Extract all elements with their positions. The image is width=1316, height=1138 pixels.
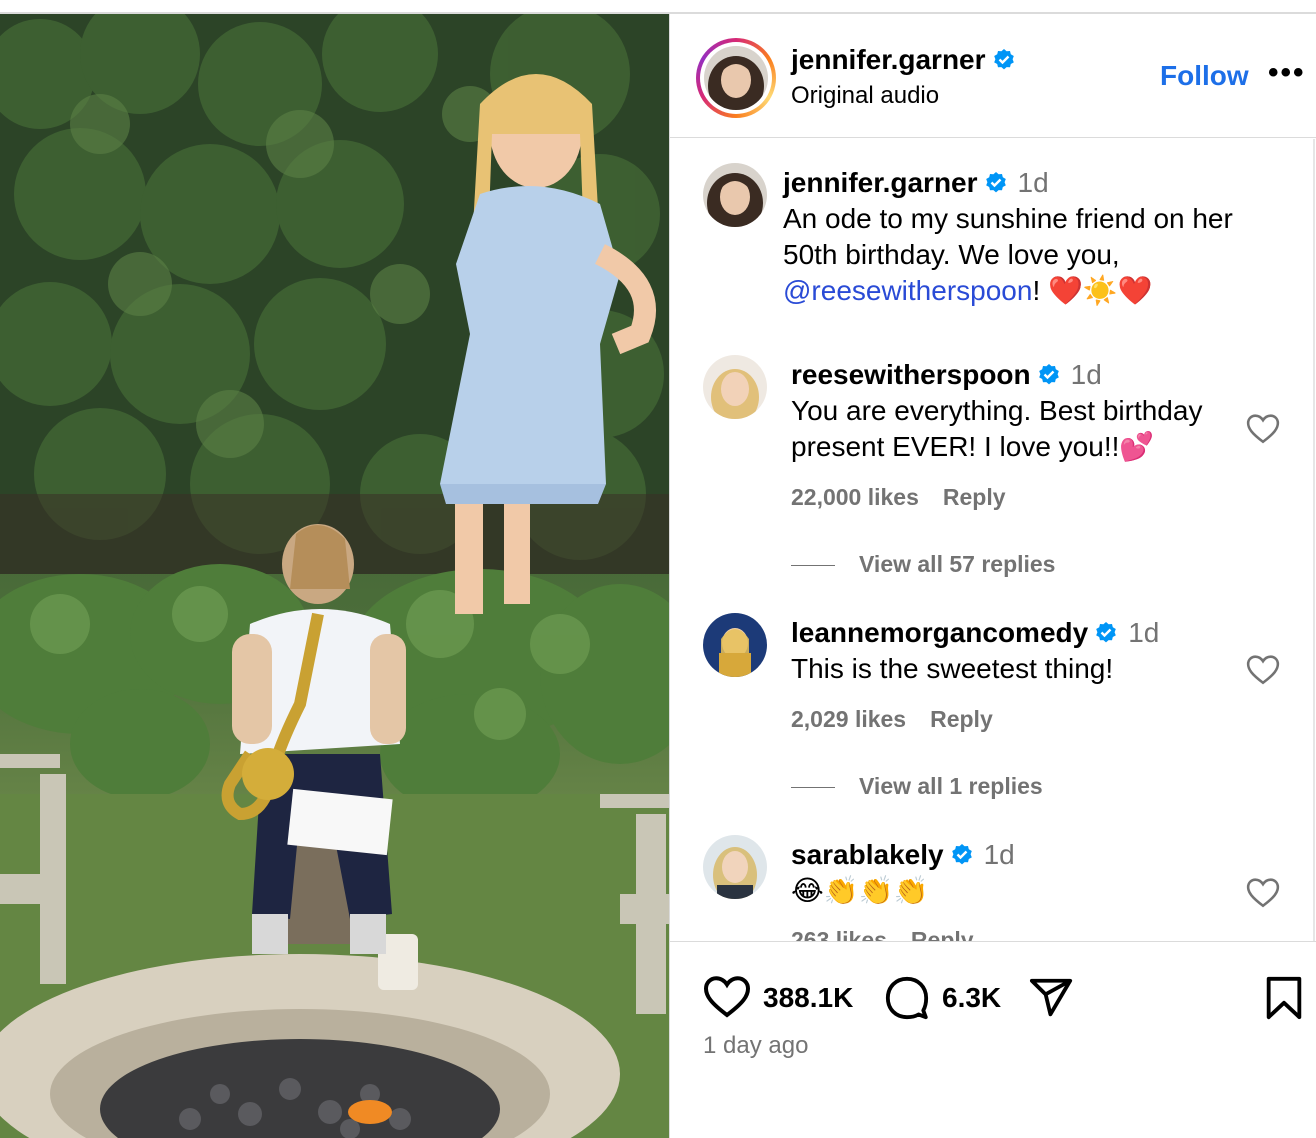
post-panel: jennifer.garner Original audio Follow ••… <box>670 14 1316 1138</box>
caption-body: An ode to my sunshine friend on her 50th… <box>783 203 1233 270</box>
comment-likes-count[interactable]: 22,000 likes <box>791 484 919 510</box>
author-avatar-ring[interactable] <box>696 38 776 118</box>
caption-author-avatar[interactable] <box>703 163 767 227</box>
like-heart-icon[interactable] <box>703 975 751 1019</box>
view-replies-label[interactable]: View all 1 replies <box>859 773 1043 799</box>
view-replies-button[interactable]: View all 57 replies <box>791 551 1055 578</box>
comment-reply-button[interactable]: Reply <box>930 706 993 732</box>
verified-badge-icon <box>993 49 1014 70</box>
view-replies-label[interactable]: View all 57 replies <box>859 551 1055 577</box>
comment-text: You are everything. Best birthday presen… <box>791 395 1203 462</box>
comment-timestamp[interactable]: 1d <box>1071 359 1102 390</box>
comment-likes-count[interactable]: 263 likes <box>791 927 887 942</box>
comment-avatar[interactable] <box>703 613 767 677</box>
follow-button[interactable]: Follow <box>1160 60 1249 92</box>
caption-timestamp[interactable]: 1d <box>1018 167 1049 198</box>
comment-text: This is the sweetest thing! <box>791 653 1114 684</box>
comment-author-username[interactable]: reesewitherspoon <box>791 359 1031 390</box>
verified-badge-icon <box>1096 622 1117 643</box>
more-options-icon[interactable]: ••• <box>1268 56 1306 90</box>
verified-badge-icon <box>985 172 1006 193</box>
comment-text: 😂👏👏👏 <box>791 875 929 906</box>
comment-meta: 22,000 likes Reply <box>791 484 1006 511</box>
post-header: jennifer.garner Original audio Follow ••… <box>670 14 1316 138</box>
verified-badge-icon <box>1038 364 1059 385</box>
comment-author-row: sarablakely 1d <box>791 839 1015 871</box>
comment-timestamp[interactable]: 1d <box>1128 617 1159 648</box>
replies-divider <box>791 787 835 789</box>
caption-author-username[interactable]: jennifer.garner <box>783 167 978 198</box>
original-audio-link[interactable]: Original audio <box>791 82 939 110</box>
caption-text: An ode to my sunshine friend on her 50th… <box>783 201 1273 309</box>
comment-like-heart-icon[interactable] <box>1246 877 1280 909</box>
caption-suffix: ! ❤️☀️❤️ <box>1032 275 1153 306</box>
comments-list[interactable]: jennifer.garner 1d An ode to my sunshine … <box>670 139 1316 942</box>
view-replies-button[interactable]: View all 1 replies <box>791 773 1043 800</box>
comment-likes-count[interactable]: 2,029 likes <box>791 706 906 732</box>
comments-count[interactable]: 6.3K <box>942 982 1001 1014</box>
comment-reply-button[interactable]: Reply <box>911 927 974 942</box>
mention-link[interactable]: @reesewitherspoon <box>783 275 1032 306</box>
author-username-row[interactable]: jennifer.garner <box>791 44 1016 76</box>
share-send-icon[interactable] <box>1028 975 1074 1021</box>
reel-video[interactable] <box>0 14 669 1138</box>
comment-meta: 2,029 likes Reply <box>791 706 993 733</box>
likes-count[interactable]: 388.1K <box>763 982 853 1014</box>
comment-author-row: leannemorgancomedy 1d <box>791 617 1159 649</box>
replies-divider <box>791 565 835 567</box>
post-timestamp[interactable]: 1 day ago <box>703 1032 808 1060</box>
caption-author-row: jennifer.garner 1d <box>783 167 1049 199</box>
scrollbar-track[interactable] <box>1313 139 1315 942</box>
comment-like-heart-icon[interactable] <box>1246 654 1280 686</box>
video-frame-image <box>0 14 669 1138</box>
author-username[interactable]: jennifer.garner <box>791 44 986 75</box>
comment-like-heart-icon[interactable] <box>1246 413 1280 445</box>
comment-author-username[interactable]: sarablakely <box>791 839 944 870</box>
post-actions-bar: 388.1K 6.3K 1 day ago <box>670 941 1316 1138</box>
comment-timestamp[interactable]: 1d <box>984 839 1015 870</box>
author-avatar[interactable] <box>704 46 768 110</box>
comment-meta: 263 likes Reply <box>791 927 974 942</box>
comment-reply-button[interactable]: Reply <box>943 484 1006 510</box>
comment-avatar[interactable] <box>703 355 767 419</box>
comment-author-row: reesewitherspoon 1d <box>791 359 1102 391</box>
comment-author-username[interactable]: leannemorgancomedy <box>791 617 1088 648</box>
verified-badge-icon <box>951 844 972 865</box>
comment-avatar[interactable] <box>703 835 767 899</box>
save-bookmark-icon[interactable] <box>1264 975 1304 1021</box>
comment-bubble-icon[interactable] <box>884 975 930 1021</box>
